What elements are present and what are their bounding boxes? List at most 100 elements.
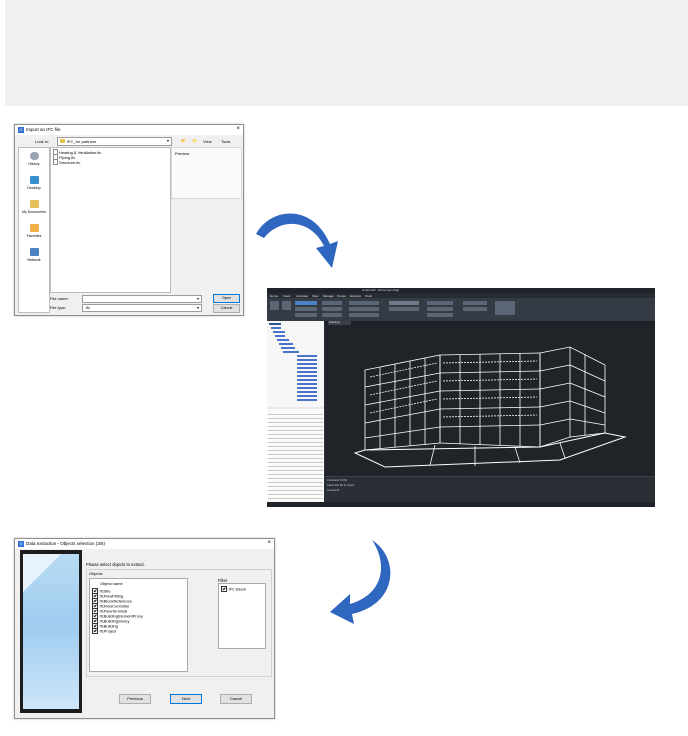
place-documents[interactable]: My Documents: [19, 200, 49, 214]
look-in-select[interactable]: IFC_for partners ▾: [57, 137, 172, 146]
tree-node[interactable]: [297, 367, 317, 369]
building-model-drawing: [353, 346, 627, 468]
menu-item[interactable]: Home: [270, 294, 278, 298]
place-favorites[interactable]: Favorites: [19, 224, 49, 238]
filter-list[interactable]: IFC Block: [218, 583, 266, 649]
tool-icon[interactable]: [322, 301, 342, 305]
tree-node[interactable]: [283, 351, 299, 353]
tree-node[interactable]: [279, 343, 293, 345]
wizard-image: [20, 550, 82, 713]
cad-status-bar: [267, 502, 655, 507]
properties-panel: [267, 409, 324, 502]
command-window[interactable]: Command: IFCIN Select IFC file to import…: [325, 476, 655, 500]
column-header[interactable]: Object name: [100, 581, 123, 586]
command-input[interactable]: Command:: [327, 489, 340, 492]
tree-node[interactable]: [273, 331, 285, 333]
tree-node[interactable]: [281, 347, 295, 349]
dialog-title: Import an IFC file: [26, 127, 61, 132]
layer-select[interactable]: [389, 301, 419, 305]
close-icon[interactable]: ×: [236, 126, 240, 132]
tree-node[interactable]: [297, 375, 317, 377]
model-viewport[interactable]: [325, 325, 655, 476]
history-icon: [29, 152, 39, 160]
place-desktop[interactable]: Desktop: [19, 176, 49, 190]
file-icon: [53, 159, 58, 165]
tool-icon[interactable]: [349, 313, 379, 317]
tool-icon[interactable]: [463, 301, 487, 305]
menu-item[interactable]: Output: [337, 294, 346, 298]
menu-item[interactable]: Annotate: [296, 294, 308, 298]
new-folder-icon[interactable]: 📁: [192, 138, 197, 143]
tool-icon[interactable]: [322, 307, 342, 311]
tree-node[interactable]: [269, 323, 281, 325]
checkbox[interactable]: [221, 586, 227, 592]
tool-icon[interactable]: [389, 307, 419, 311]
tree-node[interactable]: [297, 383, 317, 385]
tools-menu[interactable]: Tools: [221, 139, 230, 144]
cancel-button[interactable]: Cancel: [213, 304, 240, 313]
tree-node[interactable]: [297, 391, 317, 393]
data-extraction-dialog: G Data extraction - Objects selection (3…: [14, 538, 275, 719]
close-icon[interactable]: ×: [267, 540, 271, 546]
file-type-select[interactable]: .ifc ▾: [82, 304, 202, 312]
ifc-tree[interactable]: [267, 321, 324, 407]
tool-icon[interactable]: [463, 307, 487, 311]
tool-icon[interactable]: [295, 301, 317, 305]
tool-icon[interactable]: [349, 301, 379, 305]
previous-button[interactable]: Previous: [119, 694, 151, 704]
place-label: Favorites: [26, 234, 42, 238]
menu-item[interactable]: Tools: [365, 294, 372, 298]
checkbox[interactable]: [92, 628, 98, 634]
folder-up-icon[interactable]: 📂: [181, 138, 186, 143]
polyline-tool-icon[interactable]: [282, 301, 291, 310]
view-menu[interactable]: View: [203, 139, 212, 144]
tree-node[interactable]: [297, 359, 317, 361]
tree-node[interactable]: [275, 335, 285, 337]
header-band: [5, 0, 688, 106]
title-bar: G Data extraction - Objects selection (3…: [15, 539, 274, 549]
file-item[interactable]: Structure.ifc: [53, 159, 80, 165]
line-tool-icon[interactable]: [270, 301, 279, 310]
tool-icon[interactable]: [495, 301, 515, 315]
tool-icon[interactable]: [295, 307, 317, 311]
tree-node[interactable]: [297, 355, 317, 357]
chevron-down-icon: ▾: [196, 305, 199, 310]
tool-icon[interactable]: [427, 313, 453, 317]
object-list[interactable]: Object name IfcSite IfcFlowFitting IfcBl…: [89, 578, 188, 672]
tree-node[interactable]: [277, 339, 289, 341]
tree-node[interactable]: [297, 395, 317, 397]
object-item[interactable]: IfcProject: [92, 628, 116, 634]
tool-icon[interactable]: [322, 313, 342, 317]
menu-item[interactable]: View: [312, 294, 318, 298]
open-button[interactable]: Open: [213, 294, 240, 303]
tree-node[interactable]: [297, 379, 317, 381]
tool-icon[interactable]: [427, 301, 453, 305]
tree-node[interactable]: [297, 399, 317, 401]
tool-icon[interactable]: [349, 307, 379, 311]
tree-node[interactable]: [297, 371, 317, 373]
place-history[interactable]: History: [19, 152, 49, 166]
next-button[interactable]: Next: [170, 694, 202, 704]
places-bar: History Desktop My Documents Favorites N…: [18, 147, 50, 313]
menu-item[interactable]: Insert: [283, 294, 291, 298]
file-type-value: .ifc: [85, 305, 91, 310]
filter-item[interactable]: IFC Block: [221, 586, 246, 592]
cancel-button[interactable]: Cancel: [220, 694, 252, 704]
file-name-input[interactable]: ▾: [82, 295, 202, 303]
file-list[interactable]: Heating & Ventilation.ifc Piping.ifc Str…: [50, 147, 171, 293]
place-network[interactable]: Network: [19, 248, 49, 262]
cad-title: GstarCAD - [Drawing1.dwg]: [362, 288, 400, 292]
tree-node[interactable]: [271, 327, 281, 329]
page-curl-icon: [23, 554, 61, 592]
app-icon: G: [18, 127, 24, 133]
look-in-label: Look in:: [35, 139, 50, 144]
menu-item[interactable]: Manage: [323, 294, 334, 298]
dialog-title: Data extraction - Objects selection (3/6…: [26, 541, 106, 546]
chevron-down-icon: ▾: [166, 138, 169, 143]
tool-icon[interactable]: [295, 313, 317, 317]
tool-icon[interactable]: [427, 307, 453, 311]
network-icon: [29, 248, 39, 256]
tree-node[interactable]: [297, 387, 317, 389]
tree-node[interactable]: [297, 363, 317, 365]
menu-item[interactable]: Express: [350, 294, 361, 298]
